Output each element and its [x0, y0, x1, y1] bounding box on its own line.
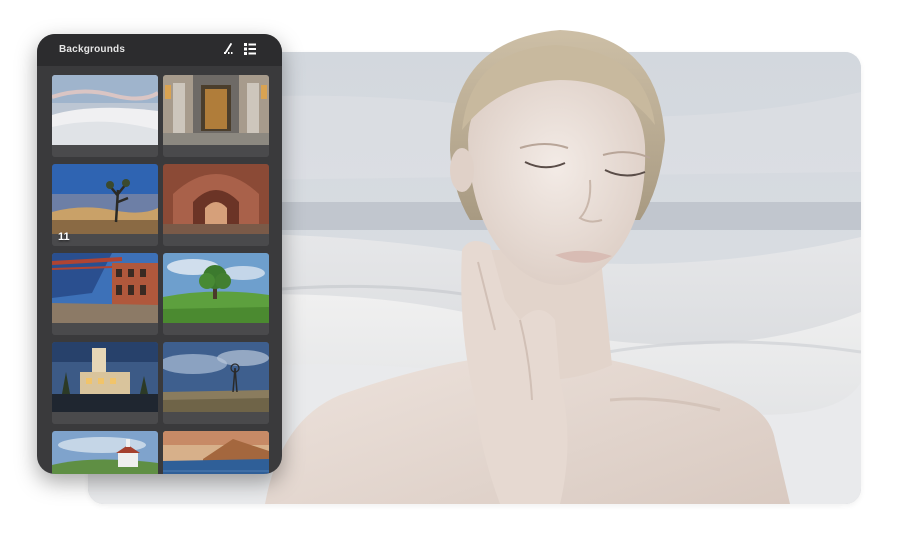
thumbnail-joshua-tree-desert[interactable]: 11: [52, 164, 158, 246]
thumbnail-art-deco-building[interactable]: [52, 342, 158, 424]
thumbnail-count: 11: [58, 231, 70, 243]
thumbnail-white-sand-dunes[interactable]: [52, 75, 158, 157]
thumbnail-chapel-hillside[interactable]: [52, 431, 158, 474]
backgrounds-panel: Backgrounds 11: [37, 34, 282, 474]
thumbnail-lake-mountains[interactable]: [163, 431, 269, 474]
thumbnail-bridge-fort-courtyard[interactable]: [52, 253, 158, 335]
thumbnail-marble-hallway[interactable]: [163, 75, 269, 157]
panel-title: Backgrounds: [59, 44, 126, 55]
thumbnail-green-meadow-tree[interactable]: [163, 253, 269, 335]
list-icon[interactable]: [243, 42, 257, 56]
brush-icon[interactable]: [221, 42, 235, 56]
panel-header: Backgrounds: [37, 34, 282, 66]
thumbnail-windmill-prairie[interactable]: [163, 342, 269, 424]
thumbnail-brick-arches-tunnel[interactable]: [163, 164, 269, 246]
